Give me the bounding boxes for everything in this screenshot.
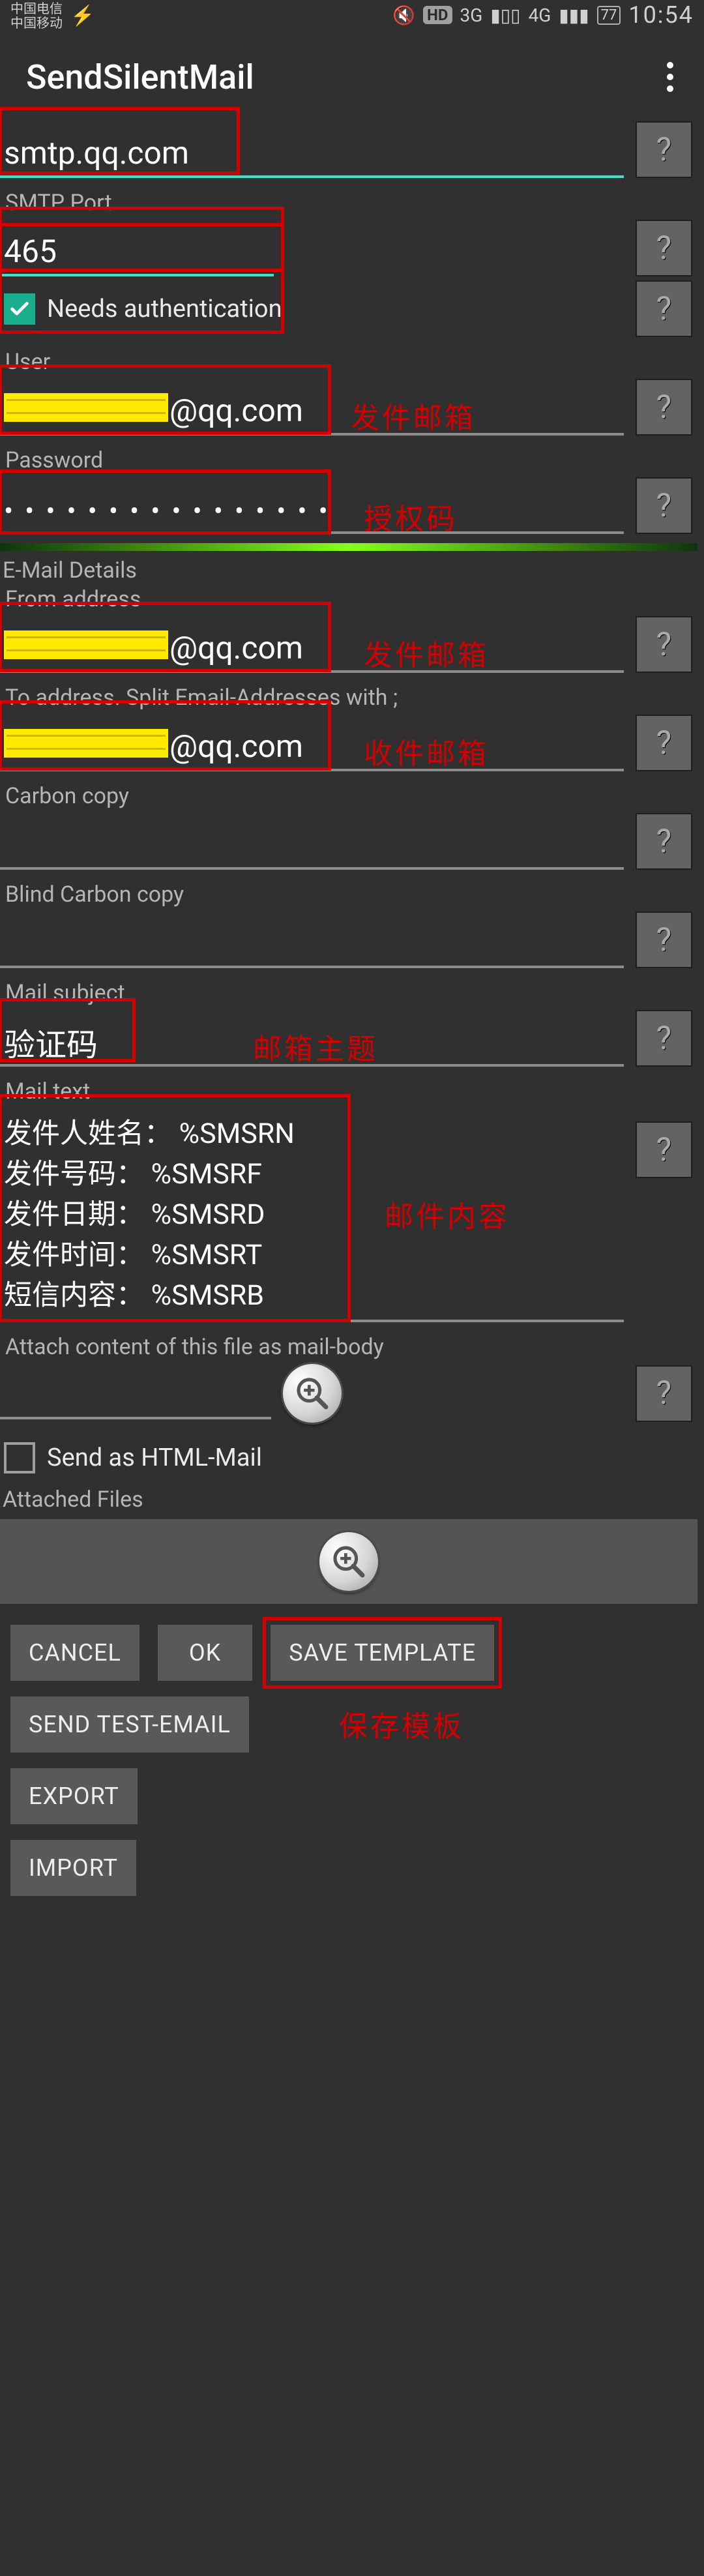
cc-input[interactable]: [0, 818, 624, 870]
magnify-plus-icon: [330, 1543, 367, 1580]
checkbox-checked-icon: [4, 293, 35, 325]
battery-level: 77: [597, 6, 621, 25]
cancel-button[interactable]: CANCEL: [10, 1625, 139, 1681]
section-separator: [0, 543, 697, 551]
mute-icon: 🔇: [392, 5, 415, 26]
help-button[interactable]: ?: [636, 1365, 692, 1422]
annotation-text: 保存模板: [339, 1703, 464, 1745]
help-button[interactable]: ?: [636, 477, 692, 534]
attach-body-label: Attach content of this file as mail-body: [0, 1334, 697, 1360]
needs-auth-checkbox-row[interactable]: Needs authentication: [0, 287, 624, 331]
carrier-1: 中国电信: [10, 1, 63, 16]
browse-file-button[interactable]: [283, 1364, 342, 1423]
email-details-title: E-Mail Details: [0, 557, 697, 584]
magnify-plus-icon: [294, 1375, 330, 1412]
smtp-server-input[interactable]: [0, 126, 624, 178]
password-input[interactable]: [0, 488, 624, 534]
status-time: 10:54: [628, 1, 694, 29]
add-attachment-button[interactable]: [319, 1532, 378, 1591]
carrier-2: 中国移动: [10, 16, 63, 30]
help-button[interactable]: ?: [636, 121, 692, 178]
cc-label: Carbon copy: [0, 783, 697, 809]
bcc-label: Blind Carbon copy: [0, 881, 697, 908]
net-3g-icon: 3G: [460, 5, 483, 26]
mail-text-label: Mail text: [0, 1078, 697, 1104]
send-test-email-button[interactable]: SEND TEST-EMAIL: [10, 1696, 249, 1753]
mail-text-input[interactable]: [0, 1108, 624, 1322]
smtp-port-input[interactable]: [0, 225, 274, 276]
export-button[interactable]: EXPORT: [10, 1768, 138, 1824]
subject-input[interactable]: [0, 1015, 624, 1067]
attached-files-bar: [0, 1519, 697, 1604]
help-button[interactable]: ?: [636, 813, 692, 870]
help-button[interactable]: ?: [636, 379, 692, 436]
action-bar: SendSilentMail: [0, 37, 704, 117]
subject-label: Mail subject: [0, 980, 697, 1006]
net-4g-icon: 4G: [529, 5, 551, 26]
help-button[interactable]: ?: [636, 715, 692, 771]
help-button[interactable]: ?: [636, 616, 692, 673]
save-template-button[interactable]: SAVE TEMPLATE: [271, 1625, 494, 1681]
attach-body-input[interactable]: [0, 1368, 271, 1419]
send-html-label: Send as HTML-Mail: [47, 1443, 262, 1472]
user-input[interactable]: [0, 384, 624, 436]
from-input[interactable]: [0, 621, 624, 673]
needs-auth-label: Needs authentication: [47, 295, 282, 323]
page-title: SendSilentMail: [26, 57, 254, 97]
send-html-checkbox-row[interactable]: Send as HTML-Mail: [0, 1436, 697, 1480]
signal-2-icon: ▮▮▮: [559, 5, 589, 26]
smtp-port-label: SMTP Port: [0, 190, 697, 216]
help-button[interactable]: ?: [636, 1010, 692, 1067]
help-button[interactable]: ?: [636, 911, 692, 968]
signal-1-icon: ▮▯▯: [490, 5, 520, 26]
password-label: Password: [0, 447, 697, 473]
status-bar: 中国电信 中国移动 ⚡ 🔇 HD 3G ▮▯▯ 4G ▮▮▮ 77 10:54: [0, 0, 704, 37]
attached-files-label: Attached Files: [0, 1487, 697, 1513]
charging-icon: ⚡: [70, 5, 95, 27]
overflow-menu-icon[interactable]: [652, 59, 688, 95]
smtp-server-field-wrap: [0, 126, 624, 178]
hd-badge: HD: [423, 6, 452, 24]
to-input[interactable]: [0, 720, 624, 771]
from-label: From address: [0, 586, 697, 612]
checkbox-unchecked-icon: [4, 1442, 35, 1473]
ok-button[interactable]: OK: [158, 1625, 252, 1681]
help-button[interactable]: ?: [636, 280, 692, 337]
bcc-input[interactable]: [0, 917, 624, 968]
help-button[interactable]: ?: [636, 1121, 692, 1178]
import-button[interactable]: IMPORT: [10, 1840, 136, 1896]
to-label: To address. Split Email-Addresses with ;: [0, 685, 697, 711]
user-label: User: [0, 349, 697, 375]
help-button[interactable]: ?: [636, 220, 692, 276]
